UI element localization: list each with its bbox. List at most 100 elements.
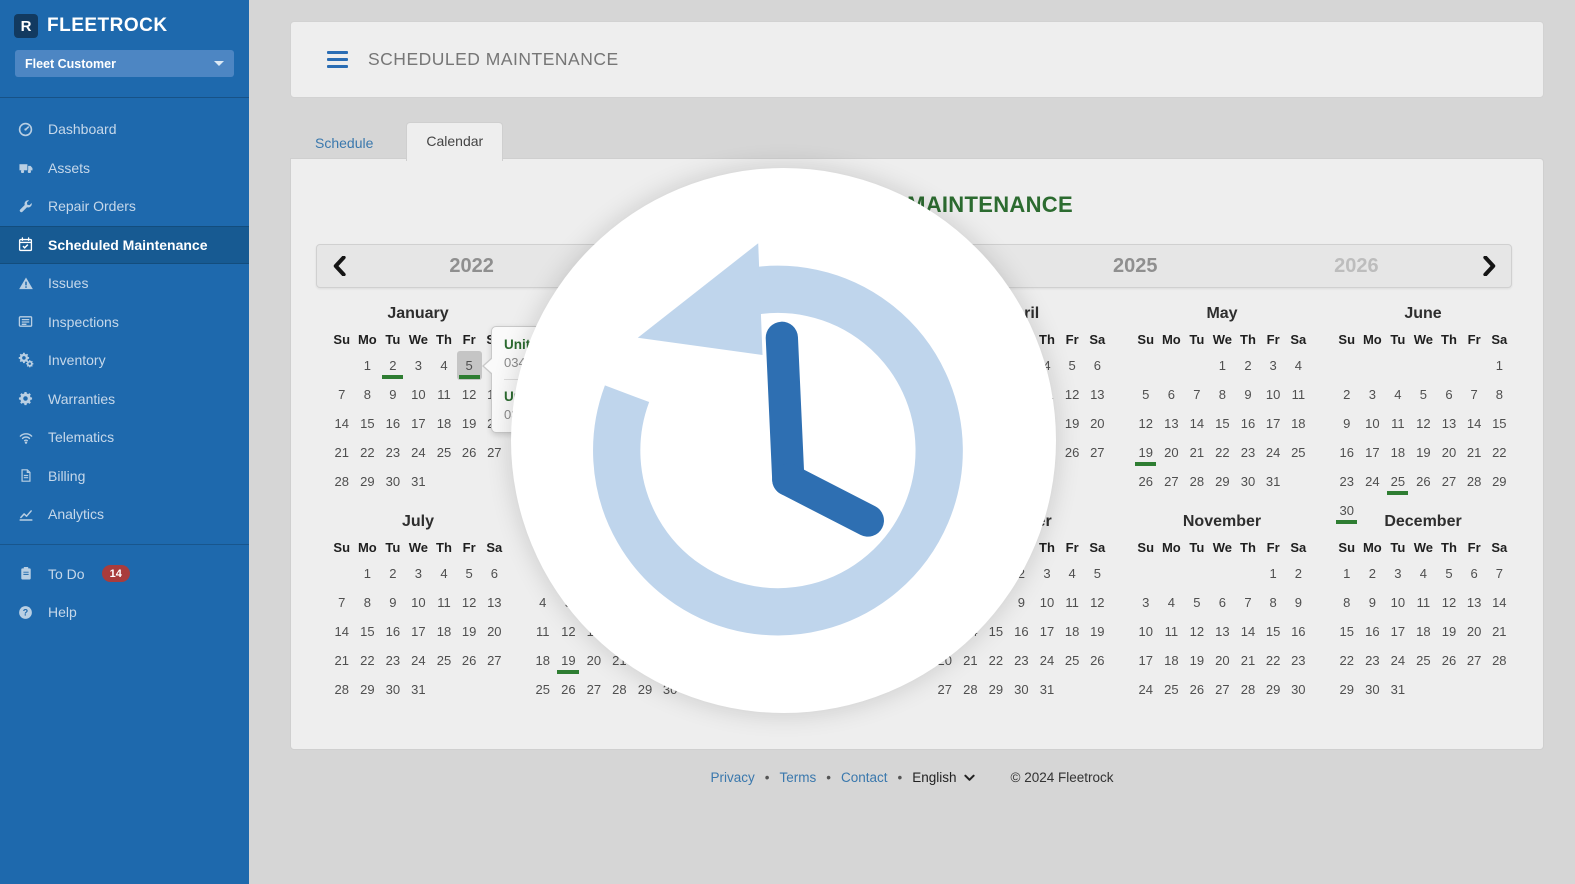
day-cell[interactable]: 5 [1436,559,1461,588]
day-cell[interactable]: 17 [405,409,431,438]
day-cell[interactable]: 24 [1133,675,1158,704]
day-cell[interactable]: 25 [530,675,555,704]
day-cell[interactable]: 11 [1410,588,1436,617]
day-cell[interactable]: 22 [1209,438,1235,467]
day-cell[interactable]: 5 [1184,588,1209,617]
day-cell[interactable]: 12 [457,380,482,409]
menu-toggle-icon[interactable] [327,50,348,69]
sidebar-item-help[interactable]: ? Help [0,593,249,632]
day-cell[interactable]: 6 [1158,380,1184,409]
footer-link-contact[interactable]: Contact [841,770,888,785]
day-cell[interactable]: 16 [380,617,405,646]
day-cell[interactable]: 14 [1184,409,1209,438]
day-cell[interactable]: 2 [1235,351,1260,380]
day-cell[interactable]: 9 [380,588,405,617]
day-cell[interactable]: 10 [1385,588,1410,617]
day-cell[interactable]: 3 [1385,559,1410,588]
day-cell[interactable]: 9 [380,380,405,409]
day-cell[interactable]: 8 [1487,380,1512,409]
next-year-button[interactable] [1467,256,1511,276]
tab-calendar[interactable]: Calendar [406,122,504,161]
day-cell[interactable]: 18 [1385,438,1410,467]
day-cell[interactable]: 31 [405,675,431,704]
day-cell[interactable]: 25 [1385,467,1410,496]
day-cell[interactable]: 8 [354,588,380,617]
day-cell[interactable]: 17 [1133,646,1158,675]
day-cell[interactable]: 20 [482,617,507,646]
day-cell[interactable]: 20 [1158,438,1184,467]
day-cell[interactable]: 20 [1436,438,1461,467]
day-cell[interactable]: 9 [1334,409,1359,438]
day-cell[interactable]: 10 [1261,380,1286,409]
day-cell[interactable]: 19 [457,409,482,438]
day-cell[interactable]: 25 [431,646,456,675]
day-cell[interactable]: 7 [1462,380,1487,409]
day-cell[interactable]: 26 [457,646,482,675]
day-cell[interactable]: 12 [1410,409,1436,438]
day-cell[interactable]: 1 [1209,351,1235,380]
sidebar-item-scheduled-maintenance[interactable]: Scheduled Maintenance [0,225,249,264]
day-cell[interactable]: 10 [1034,588,1059,617]
day-cell[interactable]: 17 [1034,617,1059,646]
day-cell[interactable]: 8 [1261,588,1286,617]
day-cell[interactable]: 24 [1385,646,1410,675]
day-cell[interactable]: 10 [1133,617,1158,646]
day-cell[interactable]: 29 [1209,467,1235,496]
day-cell[interactable]: 14 [329,409,354,438]
language-selector[interactable]: English [912,770,975,785]
day-cell[interactable]: 15 [354,617,380,646]
day-cell[interactable]: 5 [1133,380,1158,409]
sidebar-item-analytics[interactable]: Analytics [0,495,249,534]
day-cell[interactable]: 2 [1286,559,1311,588]
day-cell[interactable]: 5 [1060,351,1085,380]
day-cell[interactable]: 26 [1410,467,1436,496]
day-cell[interactable]: 18 [431,409,456,438]
day-cell[interactable]: 11 [1060,588,1085,617]
day-cell[interactable]: 28 [329,675,354,704]
day-cell[interactable]: 29 [983,675,1008,704]
day-cell[interactable]: 15 [1261,617,1286,646]
sidebar-item-warranties[interactable]: Warranties [0,380,249,419]
day-cell[interactable]: 12 [457,588,482,617]
day-cell[interactable]: 1 [1261,559,1286,588]
day-cell[interactable]: 1 [354,559,380,588]
sidebar-item-telematics[interactable]: Telematics [0,418,249,457]
day-cell[interactable]: 11 [431,380,456,409]
day-cell[interactable]: 4 [431,559,456,588]
day-cell[interactable]: 22 [354,438,380,467]
day-cell[interactable]: 5 [1410,380,1436,409]
sidebar-item-billing[interactable]: Billing [0,457,249,496]
day-cell[interactable]: 20 [1085,409,1110,438]
day-cell[interactable]: 18 [530,646,555,675]
day-cell[interactable]: 14 [1235,617,1260,646]
year-2026[interactable]: 2026 [1246,255,1467,278]
sidebar-item-assets[interactable]: Assets [0,149,249,188]
day-cell[interactable]: 30 [1286,675,1311,704]
day-cell[interactable]: 19 [1436,617,1461,646]
day-cell[interactable]: 4 [1385,380,1410,409]
day-cell[interactable]: 5 [456,351,482,380]
day-cell[interactable]: 9 [1235,380,1260,409]
day-cell[interactable]: 1 [354,351,380,380]
day-cell[interactable]: 6 [482,559,507,588]
day-cell[interactable]: 22 [1334,646,1359,675]
day-cell[interactable]: 7 [1184,380,1209,409]
day-cell[interactable]: 27 [1085,438,1110,467]
day-cell[interactable]: 19 [1133,438,1158,467]
sidebar-item-inventory[interactable]: Inventory [0,341,249,380]
day-cell[interactable]: 12 [1184,617,1209,646]
day-cell[interactable]: 11 [530,617,555,646]
day-cell[interactable]: 28 [1235,675,1260,704]
day-cell[interactable]: 11 [1158,617,1184,646]
day-cell[interactable]: 27 [1462,646,1487,675]
day-cell[interactable]: 30 [380,675,405,704]
year-2022[interactable]: 2022 [361,255,582,278]
day-cell[interactable]: 30 [1235,467,1260,496]
day-cell[interactable]: 23 [1334,467,1359,496]
day-cell[interactable]: 6 [1085,351,1110,380]
day-cell[interactable]: 30 [380,467,405,496]
day-cell[interactable]: 4 [1410,559,1436,588]
day-cell[interactable]: 4 [431,351,456,380]
day-cell[interactable]: 29 [1334,675,1359,704]
footer-link-terms[interactable]: Terms [779,770,816,785]
